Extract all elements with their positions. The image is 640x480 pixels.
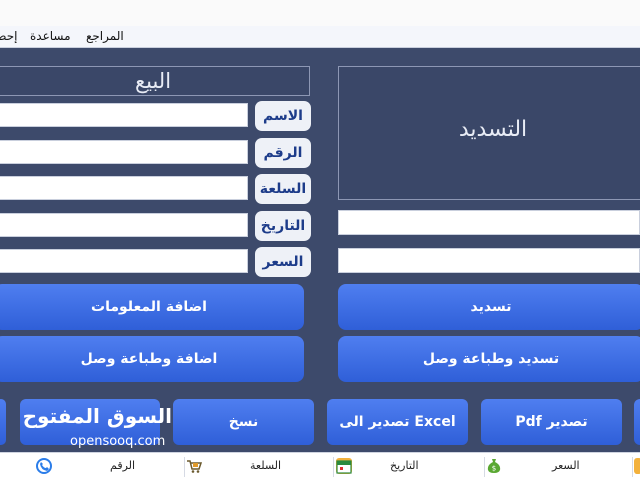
status-bar: الرقم السلعة التاريخ $ السعر [0,452,640,480]
money-bag-icon: $ [486,458,502,474]
toolbar-button-left[interactable] [0,399,6,445]
item-label: السلعة [255,174,311,204]
pay-print-receipt-button[interactable]: تسديد وطباعة وصل [338,336,640,382]
pay-button[interactable]: تسديد [338,284,640,330]
cart-icon [186,458,203,474]
payment-input-1[interactable] [338,210,640,235]
calendar-icon [336,458,352,474]
status-label-number: الرقم [110,459,136,472]
svg-text:$: $ [492,465,496,473]
number-input[interactable] [0,140,248,164]
status-separator [632,457,633,477]
export-pdf-button[interactable]: Pdf تصدير [481,399,622,445]
add-info-button[interactable]: اضافة المعلومات [0,284,304,330]
menu-item-references[interactable]: المراجع [86,29,124,43]
status-item-number: الرقم [34,453,184,480]
phone-icon [36,458,52,474]
price-input[interactable] [0,249,248,273]
status-item-date: التاريخ [336,453,486,480]
payment-input-2[interactable] [338,248,640,273]
item-input[interactable] [0,176,248,200]
price-label: السعر [255,247,311,277]
date-input[interactable] [0,213,248,237]
menu-item-statistics[interactable]: إحص [0,29,17,43]
status-label-price: السعر [552,459,580,472]
payment-section-title: التسديد [458,117,528,142]
opensooq-watermark: السوق المفتوح opensooq.com [22,404,182,454]
status-label-date: التاريخ [390,459,419,472]
status-item-item: السلعة [186,453,336,480]
number-label: الرقم [255,138,311,168]
partial-icon [634,458,640,474]
export-excel-button[interactable]: تصدير الى Excel [327,399,468,445]
copy-button[interactable]: نسخ [173,399,314,445]
sale-section-title: البيع [0,66,310,96]
watermark-text: السوق المفتوح [22,404,172,428]
status-label-item: السلعة [250,459,282,472]
status-separator [184,457,185,477]
menu-bar: المراجع مساعدة إحص [0,26,640,48]
add-print-receipt-button[interactable]: اضافة وطباعة وصل [0,336,304,382]
name-input[interactable] [0,103,248,127]
status-item-price: $ السعر [486,453,636,480]
name-label: الاسم [255,101,311,131]
status-separator [333,457,334,477]
menu-item-help[interactable]: مساعدة [30,29,71,43]
date-label: التاريخ [255,211,311,241]
status-separator [484,457,485,477]
toolbar-button-right[interactable] [634,399,640,445]
payment-panel: التسديد [338,66,640,200]
watermark-subtext: opensooq.com [70,434,166,449]
window-top-strip [0,0,640,26]
